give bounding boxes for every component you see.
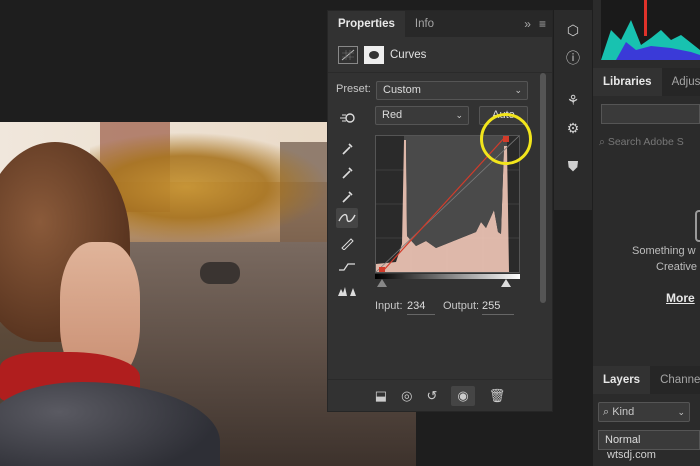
- 3d-cube-icon[interactable]: ⬡: [554, 16, 592, 44]
- gray-point-eyedropper-icon[interactable]: [336, 163, 358, 183]
- clip-to-layer-icon[interactable]: ⬓: [375, 388, 387, 404]
- reset-icon[interactable]: ↺: [426, 388, 437, 404]
- blend-mode-value: Normal: [605, 434, 641, 446]
- panel-scrollbar[interactable]: [540, 73, 546, 303]
- layers-tab-bar: Layers Channel: [593, 366, 700, 394]
- tab-adjustments[interactable]: Adjust: [662, 68, 700, 96]
- white-point-eyedropper-icon[interactable]: [336, 187, 358, 207]
- curve-point-shadow: [379, 267, 385, 273]
- search-placeholder: Search Adobe S: [607, 136, 684, 148]
- layer-mask-icon[interactable]: [364, 45, 384, 64]
- adjustment-header: Curves: [328, 37, 552, 73]
- blend-mode-dropdown[interactable]: Normal: [598, 430, 700, 450]
- panel-controls: » ≡: [524, 11, 552, 37]
- libraries-tab-bar: Libraries Adjust: [593, 68, 700, 96]
- input-label: Input:: [375, 300, 403, 312]
- tab-layers[interactable]: Layers: [593, 366, 651, 394]
- photo-car: [200, 262, 240, 284]
- view-previous-state-icon[interactable]: ◎: [401, 388, 412, 404]
- library-message-1: Something w: [632, 245, 696, 257]
- library-search[interactable]: ⌕ Search Adobe S: [599, 136, 700, 154]
- draw-pencil-icon[interactable]: [336, 233, 358, 253]
- preset-label: Preset:: [336, 83, 371, 95]
- preset-dropdown[interactable]: Custom ⌄: [376, 81, 528, 100]
- targeted-adjustment-icon[interactable]: [336, 108, 358, 128]
- curves-adjustment-icon[interactable]: [338, 45, 358, 64]
- black-point-eyedropper-icon[interactable]: [336, 139, 358, 159]
- search-icon: ⌕: [603, 406, 613, 418]
- properties-footer: ⬓ ◎ ↺ ◉ 🗑: [328, 379, 552, 411]
- tab-channels[interactable]: Channel: [650, 366, 700, 394]
- collapse-chevrons-icon[interactable]: »: [524, 17, 531, 31]
- properties-panel: Properties Info » ≡ Curves Preset: Custo…: [327, 10, 553, 412]
- smooth-curve-icon[interactable]: [336, 257, 358, 277]
- properties-tab-bar: Properties Info » ≡: [328, 11, 552, 37]
- adjustment-title: Curves: [390, 48, 427, 61]
- histogram-preview: [601, 0, 700, 60]
- output-field[interactable]: 255: [482, 300, 514, 315]
- chevron-down-icon: ⌄: [455, 110, 463, 120]
- panel-menu-icon[interactable]: ≡: [539, 17, 546, 31]
- library-message-2: Creative: [656, 261, 697, 273]
- input-field[interactable]: 234: [407, 300, 435, 315]
- more-link[interactable]: More: [666, 291, 695, 305]
- chevron-down-icon: ⌄: [514, 85, 522, 95]
- tab-libraries[interactable]: Libraries: [593, 68, 662, 96]
- stamp-icon[interactable]: ⛊: [554, 152, 592, 180]
- search-icon: ⌕: [599, 136, 608, 148]
- highlight-circle: [480, 113, 532, 165]
- white-slider-icon[interactable]: [501, 279, 511, 287]
- channel-dropdown[interactable]: Red ⌄: [375, 106, 469, 125]
- chevron-down-icon: ⌄: [677, 407, 685, 417]
- input-gradient-bar: [375, 274, 520, 279]
- tab-info[interactable]: Info: [405, 11, 444, 37]
- watermark: wtsdj.com: [607, 449, 656, 461]
- tab-properties[interactable]: Properties: [328, 11, 405, 37]
- black-slider-icon[interactable]: [377, 279, 387, 287]
- kind-filter-dropdown[interactable]: ⌕ Kind ⌄: [598, 402, 690, 422]
- clipping-warning-icon[interactable]: [336, 281, 358, 301]
- channel-value: Red: [382, 109, 403, 121]
- edit-points-curve-icon[interactable]: [336, 208, 358, 228]
- info-icon[interactable]: ⓘ: [554, 44, 592, 72]
- output-label: Output:: [443, 300, 480, 312]
- brush-presets-icon[interactable]: ⚘: [554, 86, 592, 114]
- adjustments-sliders-icon[interactable]: ⚙: [554, 114, 592, 142]
- library-dropdown[interactable]: [601, 104, 700, 124]
- preset-value: Custom: [383, 84, 421, 96]
- right-panels: Libraries Adjust ⌕ Search Adobe S Someth…: [593, 0, 700, 466]
- trash-icon[interactable]: 🗑: [489, 388, 506, 404]
- library-scroll-edge: [695, 210, 700, 242]
- visibility-eye-icon[interactable]: ◉: [451, 385, 475, 406]
- panel-icon-strip: ⬡ ⓘ ⚘ ⚙ ⛊: [554, 10, 592, 210]
- kind-label: Kind: [612, 406, 635, 418]
